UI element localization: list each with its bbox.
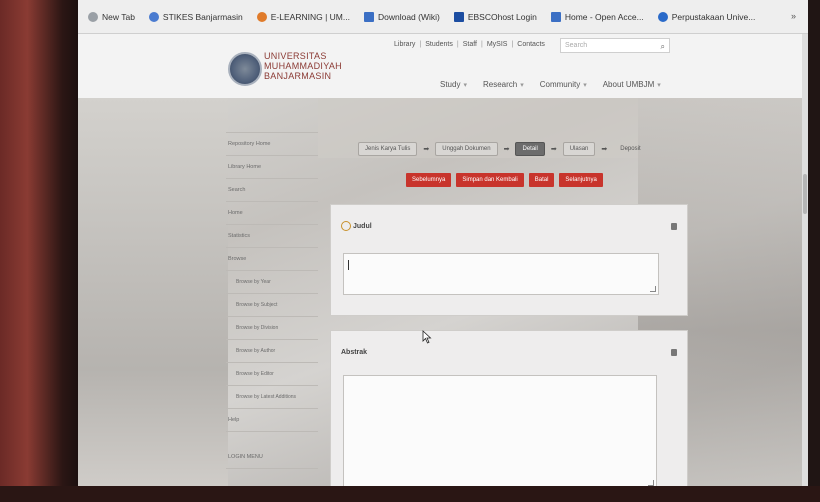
sidebar-item-browse-editor[interactable]: Browse by Editor — [226, 363, 318, 386]
required-icon — [341, 221, 351, 232]
arrow-right-icon: ➡ — [601, 146, 608, 153]
resize-grip-icon[interactable] — [648, 480, 654, 486]
sidebar-item-login-menu[interactable]: LOGIN MENU — [226, 446, 318, 469]
sidebar-menu: Repository Home Library Home Search Home… — [226, 128, 318, 486]
doc-icon — [363, 11, 374, 22]
sidebar-item-browse-subject[interactable]: Browse by Subject — [226, 294, 318, 317]
bookmark-elearning[interactable]: E-LEARNING | UM... — [256, 11, 350, 22]
desk-background — [0, 0, 78, 502]
top-links: Library | Students | Staff | MySIS | Contact… — [394, 41, 545, 48]
judul-textarea[interactable] — [343, 253, 659, 295]
university-logo-icon[interactable] — [228, 52, 262, 86]
nav-study[interactable]: Study ▾ — [440, 80, 467, 89]
next-button[interactable]: Selanjutnya — [559, 173, 603, 187]
toplink-students[interactable]: Students — [425, 41, 453, 48]
arrow-right-icon: ➡ — [503, 146, 510, 153]
help-icon[interactable] — [671, 349, 677, 356]
moodle-icon — [256, 11, 267, 22]
save-and-return-button[interactable]: Simpan dan Kembali — [456, 173, 524, 187]
toplink-library[interactable]: Library — [394, 41, 415, 48]
step-detail[interactable]: Detail — [515, 142, 545, 156]
bookmark-new-tab[interactable]: New Tab — [88, 11, 135, 22]
bookmarks-bar: New Tab STIKES Banjarmasin E-LEARNING | … — [78, 0, 808, 34]
globe-icon — [148, 11, 159, 22]
doc-icon — [550, 11, 561, 22]
sidebar-item-library-home[interactable]: Library Home — [226, 156, 318, 179]
abstrak-label: Abstrak — [341, 349, 368, 356]
form-actions: Sebelumnya Simpan dan Kembali Batal Sela… — [406, 173, 608, 187]
sidebar-item-browse-year[interactable]: Browse by Year — [226, 271, 318, 294]
chevron-down-icon: ▾ — [583, 82, 587, 89]
toplink-mysis[interactable]: MySIS — [487, 41, 508, 48]
scrollbar-thumb[interactable] — [803, 174, 807, 214]
monitor-bottom-bezel — [0, 486, 820, 502]
nav-about[interactable]: About UMBJM ▾ — [603, 80, 661, 89]
chevron-down-icon: ▾ — [463, 82, 467, 89]
sidebar-item-browse[interactable]: Browse — [226, 248, 318, 271]
search-input[interactable]: Search ⌕ — [560, 38, 670, 53]
toplink-contacts[interactable]: Contacts — [517, 41, 545, 48]
page-scrollbar[interactable] — [802, 34, 808, 486]
previous-button[interactable]: Sebelumnya — [406, 173, 452, 187]
ebsco-icon — [453, 11, 464, 22]
chevron-down-icon: ▾ — [657, 82, 661, 89]
sidebar-item-statistics[interactable]: Statistics — [226, 225, 318, 248]
judul-panel: Judul — [330, 204, 688, 316]
bookmark-open-access[interactable]: Home - Open Acce... — [550, 11, 644, 22]
sidebar-item-browse-division[interactable]: Browse by Division — [226, 317, 318, 340]
sidebar-item-browse-latest[interactable]: Browse by Latest Additions — [226, 386, 318, 409]
site-header: UNIVERSITAS MUHAMMADIYAH BANJARMASIN Lib… — [78, 34, 808, 98]
overflow-chevron-icon[interactable]: » — [791, 11, 796, 21]
abstrak-textarea[interactable] — [343, 375, 657, 486]
cancel-button[interactable]: Batal — [528, 173, 555, 187]
browser-screen: New Tab STIKES Banjarmasin E-LEARNING | … — [78, 0, 808, 486]
chevron-down-icon: ▾ — [520, 82, 524, 89]
arrow-right-icon: ➡ — [550, 146, 557, 153]
nav-research[interactable]: Research ▾ — [483, 80, 524, 89]
bookmark-perpustakaan[interactable]: Perpustakaan Unive... — [657, 11, 755, 22]
toplink-staff[interactable]: Staff — [463, 41, 477, 48]
monitor-bezel — [808, 0, 820, 502]
mouse-pointer-icon — [422, 330, 432, 344]
main-nav: Study ▾ Research ▾ Community ▾ About UMBJM ▾ — [440, 80, 677, 89]
deposit-steps: Jenis Karya Tulis ➡ Unggah Dokumen ➡ Det… — [358, 142, 652, 156]
bookmark-stikes[interactable]: STIKES Banjarmasin — [148, 11, 243, 22]
resize-grip-icon[interactable] — [650, 286, 656, 292]
judul-label: Judul — [353, 223, 372, 230]
sidebar-item-home[interactable]: Home — [226, 202, 318, 225]
arrow-right-icon: ➡ — [423, 146, 430, 153]
step-deposit[interactable]: Deposit — [613, 142, 647, 156]
text-caret — [348, 260, 349, 270]
bookmark-ebsco[interactable]: EBSCOhost Login — [453, 11, 537, 22]
search-icon[interactable]: ⌕ — [661, 40, 665, 53]
abstrak-panel: Abstrak — [330, 330, 688, 486]
sidebar-item-search[interactable]: Search — [226, 179, 318, 202]
page-icon — [88, 11, 98, 22]
university-name[interactable]: UNIVERSITAS MUHAMMADIYAH BANJARMASIN — [264, 51, 342, 81]
help-icon[interactable] — [671, 223, 677, 230]
nav-community[interactable]: Community ▾ — [540, 80, 587, 89]
globe-icon — [657, 11, 668, 22]
sidebar-item-browse-author[interactable]: Browse by Author — [226, 340, 318, 363]
step-unggah-dokumen[interactable]: Unggah Dokumen — [435, 142, 498, 156]
step-jenis-karya[interactable]: Jenis Karya Tulis — [358, 142, 418, 156]
sidebar-item-repository-home[interactable]: Repository Home — [226, 133, 318, 156]
bookmark-download[interactable]: Download (Wiki) — [363, 11, 440, 22]
sidebar-item-help[interactable]: Help — [226, 409, 318, 432]
step-ulasan[interactable]: Ulasan — [562, 142, 596, 156]
